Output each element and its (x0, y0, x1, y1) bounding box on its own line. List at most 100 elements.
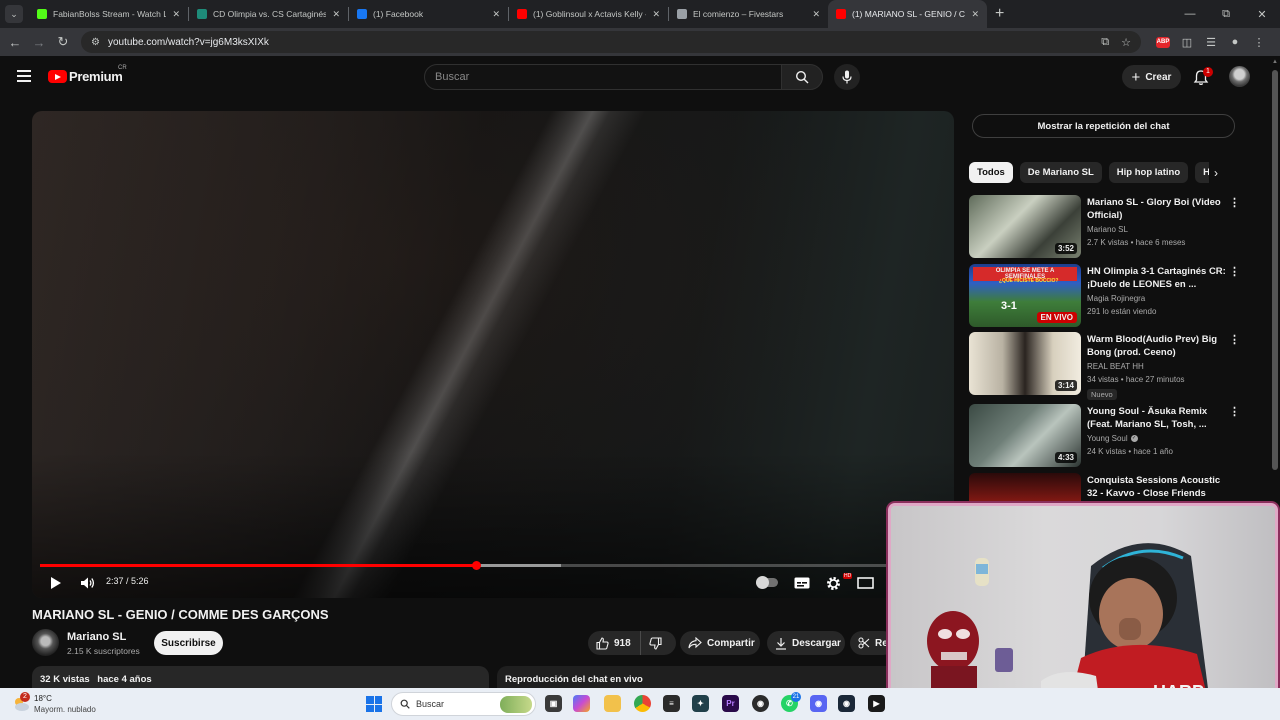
mute-button[interactable] (80, 576, 95, 590)
bookmark-star-icon[interactable]: ☆ (1121, 36, 1131, 49)
download-button[interactable]: Descargar (767, 631, 845, 655)
search-box[interactable] (424, 64, 782, 90)
site-info-icon[interactable]: ⚙ (91, 37, 100, 48)
premiere-pro-icon[interactable]: Pr (722, 695, 739, 712)
create-button[interactable]: + Crear (1122, 65, 1181, 89)
filter-chip[interactable]: Todos (969, 162, 1013, 183)
app-icon-2[interactable]: ▶ (868, 695, 885, 712)
browser-tab[interactable]: (1) MARIANO SL - GENIO / COMME ✕ (828, 0, 987, 28)
tab-title: El comienzo – Fivestars (693, 9, 784, 19)
file-explorer-icon[interactable] (604, 695, 621, 712)
progress-bar[interactable] (40, 561, 946, 570)
account-avatar[interactable] (1229, 66, 1250, 87)
browser-tab[interactable]: (1) Goblinsoul x Actavis Kelly - ✕ (509, 0, 668, 28)
address-bar[interactable]: ⚙ youtube.com/watch?v=jg6M3ksXIXk ⧉ ☆ (81, 31, 1141, 53)
restore-button[interactable]: ⧉ (1208, 8, 1244, 21)
scrubber-handle[interactable] (471, 561, 481, 570)
reload-button[interactable]: ↻ (51, 34, 75, 50)
task-view-icon[interactable]: ▣ (545, 695, 562, 712)
obs-icon[interactable]: ◉ (752, 695, 769, 712)
filter-chip[interactable]: De Mariano SL (1019, 162, 1102, 183)
recommendation-title: Young Soul - Äsuka Remix (Feat. Mariano … (1087, 406, 1208, 430)
channel-label: Mariano SL (1087, 225, 1128, 234)
youtube-play-logo-icon (48, 70, 67, 83)
subtitles-button[interactable] (794, 577, 810, 589)
browser-tab[interactable]: FabianBolss Stream - Watch Live ✕ (29, 0, 188, 28)
close-window-button[interactable]: ✕ (1244, 8, 1280, 21)
video-player[interactable]: 2:37 / 5:26 HD (32, 111, 954, 598)
channel-avatar[interactable] (32, 629, 59, 656)
recommendation-channel: Magia Rojinegra (1087, 294, 1227, 303)
discord-icon[interactable]: ◉ (810, 695, 827, 712)
thumbs-down-icon (649, 636, 662, 650)
close-tab-icon[interactable]: ✕ (492, 9, 500, 20)
browser-menu-icon[interactable]: ⋮ (1247, 36, 1271, 49)
voice-search-button[interactable] (834, 64, 860, 90)
search-input[interactable] (435, 71, 781, 83)
thumbs-up-icon (596, 636, 609, 650)
scroll-up-icon[interactable]: ▲ (1272, 59, 1278, 65)
filter-chip[interactable]: Hip (1195, 162, 1209, 183)
browser-tab[interactable]: CD Olimpia vs. CS Cartaginés (CONCACAF) ✕ (189, 0, 348, 28)
capcut-icon[interactable]: ≡ (663, 695, 680, 712)
more-actions-icon[interactable]: ⋮ (1229, 333, 1240, 346)
recommendation-thumbnail[interactable]: 3:14 (969, 332, 1081, 395)
recommendation-thumbnail[interactable]: 4:33 (969, 404, 1081, 467)
thumb-score: 3-1 (1001, 300, 1017, 312)
search-button[interactable] (781, 64, 823, 90)
channel-name[interactable]: Mariano SL (67, 631, 126, 643)
youtube-header: Premium CR + Crear 1 (0, 56, 1270, 98)
show-chat-replay-button[interactable]: Mostrar la repetición del chat (972, 114, 1235, 138)
new-tab-button[interactable]: + (995, 5, 1004, 23)
autoplay-toggle[interactable] (756, 576, 778, 589)
profile-avatar-icon[interactable]: ● (1223, 36, 1247, 48)
adblock-extension-icon[interactable]: ABP (1156, 36, 1170, 48)
tab-search-button[interactable]: ⌄ (5, 5, 23, 23)
recommendation-stats: 291 lo están viendo (1087, 307, 1157, 316)
tab-title: (1) Facebook (373, 9, 424, 19)
theater-mode-button[interactable] (857, 577, 874, 589)
create-label: Crear (1145, 71, 1172, 83)
open-in-app-icon[interactable]: ⧉ (1101, 36, 1109, 49)
duration-badge: 4:33 (1054, 452, 1077, 463)
share-button[interactable]: Compartir (680, 631, 760, 655)
chrome-icon[interactable] (634, 695, 651, 712)
back-button[interactable]: ← (3, 35, 27, 50)
close-tab-icon[interactable]: ✕ (172, 9, 180, 20)
close-tab-icon[interactable]: ✕ (652, 9, 660, 20)
chevron-right-icon[interactable]: › (1214, 166, 1218, 180)
steam-icon[interactable]: ◉ (838, 695, 855, 712)
recommendation-thumbnail[interactable]: OLIMPIA SE METE A SEMIFINALES ¿QUE HICIST… (969, 264, 1081, 327)
close-tab-icon[interactable]: ✕ (812, 9, 820, 20)
recommendation-thumbnail[interactable]: 3:52 (969, 195, 1081, 258)
minimize-button[interactable]: — (1172, 8, 1208, 20)
taskbar-search[interactable]: Buscar (391, 692, 536, 716)
more-actions-icon[interactable]: ⋮ (1229, 265, 1240, 278)
subscribe-button[interactable]: Suscribirse (154, 631, 223, 655)
close-tab-icon[interactable]: ✕ (971, 9, 979, 20)
volume-icon (81, 577, 95, 589)
settings-button[interactable] (826, 576, 841, 591)
app-icon[interactable]: ✦ (692, 695, 709, 712)
reading-list-icon[interactable]: ☰ (1199, 36, 1223, 49)
browser-tab[interactable]: (1) Facebook ✕ (349, 0, 508, 28)
scrollbar-thumb[interactable] (1272, 70, 1278, 470)
like-button[interactable]: 918 (588, 631, 641, 655)
download-icon (776, 637, 786, 650)
browser-tab[interactable]: El comienzo – Fivestars ✕ (669, 0, 828, 28)
start-button[interactable] (366, 696, 382, 712)
filter-chip[interactable]: Hip hop latino (1108, 162, 1189, 183)
guide-menu-icon[interactable] (17, 70, 31, 82)
play-button[interactable] (50, 576, 62, 590)
duration-badge: 3:52 (1054, 243, 1077, 254)
more-actions-icon[interactable]: ⋮ (1229, 196, 1240, 209)
like-dislike-group: 918 (588, 631, 676, 655)
dislike-button[interactable] (641, 631, 667, 655)
close-tab-icon[interactable]: ✕ (332, 9, 340, 20)
youtube-premium-logo[interactable]: Premium CR (48, 65, 127, 84)
forward-button[interactable]: → (27, 35, 51, 50)
url-text[interactable]: youtube.com/watch?v=jg6M3ksXIXk (108, 37, 1089, 48)
copilot-icon[interactable] (573, 695, 590, 712)
extensions-puzzle-icon[interactable]: ◫ (1175, 36, 1199, 49)
more-actions-icon[interactable]: ⋮ (1229, 405, 1240, 418)
